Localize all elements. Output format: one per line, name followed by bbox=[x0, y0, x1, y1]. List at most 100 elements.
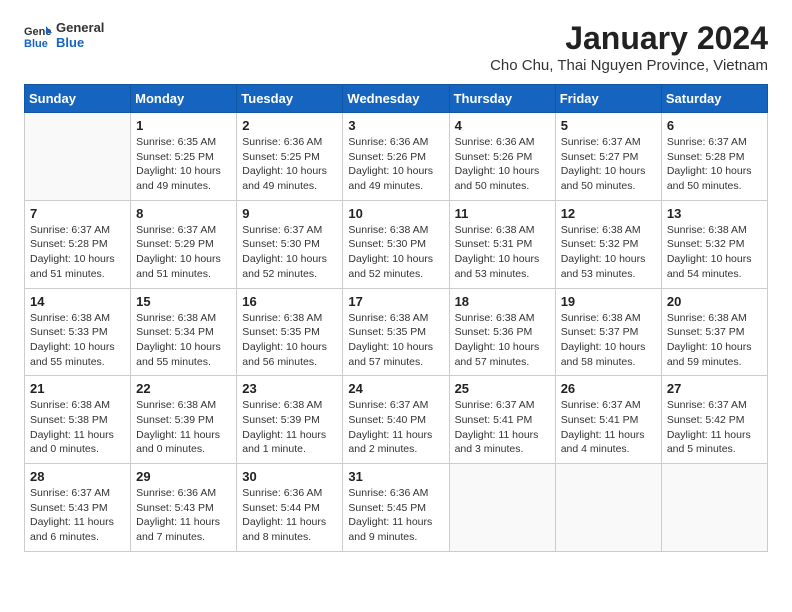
day-info: Sunrise: 6:36 AMSunset: 5:25 PMDaylight:… bbox=[242, 135, 337, 194]
day-number: 1 bbox=[136, 118, 231, 133]
weekday-header-row: SundayMondayTuesdayWednesdayThursdayFrid… bbox=[25, 85, 768, 113]
day-info: Sunrise: 6:37 AMSunset: 5:30 PMDaylight:… bbox=[242, 223, 337, 282]
day-info: Sunrise: 6:38 AMSunset: 5:37 PMDaylight:… bbox=[667, 311, 762, 370]
day-number: 2 bbox=[242, 118, 337, 133]
weekday-header-cell: Monday bbox=[131, 85, 237, 113]
day-number: 24 bbox=[348, 381, 443, 396]
calendar-body: 1 Sunrise: 6:35 AMSunset: 5:25 PMDaylight… bbox=[25, 113, 768, 552]
day-info: Sunrise: 6:38 AMSunset: 5:39 PMDaylight:… bbox=[136, 398, 231, 457]
day-info: Sunrise: 6:37 AMSunset: 5:41 PMDaylight:… bbox=[561, 398, 656, 457]
day-info: Sunrise: 6:36 AMSunset: 5:26 PMDaylight:… bbox=[455, 135, 550, 194]
day-number: 14 bbox=[30, 294, 125, 309]
day-info: Sunrise: 6:38 AMSunset: 5:32 PMDaylight:… bbox=[667, 223, 762, 282]
calendar-day-cell: 29Sunrise: 6:36 AMSunset: 5:43 PMDayligh… bbox=[131, 464, 237, 552]
day-number: 8 bbox=[136, 206, 231, 221]
calendar-week-row: 14 Sunrise: 6:38 AMSunset: 5:33 PMDayligh… bbox=[25, 288, 768, 376]
day-number: 3 bbox=[348, 118, 443, 133]
calendar-day-cell: 3 Sunrise: 6:36 AMSunset: 5:26 PMDaylight… bbox=[343, 113, 449, 201]
calendar-day-cell: 8 Sunrise: 6:37 AMSunset: 5:29 PMDaylight… bbox=[131, 200, 237, 288]
calendar-day-cell: 23Sunrise: 6:38 AMSunset: 5:39 PMDayligh… bbox=[237, 376, 343, 464]
calendar-week-row: 7 Sunrise: 6:37 AMSunset: 5:28 PMDaylight… bbox=[25, 200, 768, 288]
logo-blue-text: Blue bbox=[56, 35, 104, 50]
calendar-day-cell: 1 Sunrise: 6:35 AMSunset: 5:25 PMDaylight… bbox=[131, 113, 237, 201]
calendar-day-cell: 12 Sunrise: 6:38 AMSunset: 5:32 PMDayligh… bbox=[555, 200, 661, 288]
day-number: 25 bbox=[455, 381, 550, 396]
day-info: Sunrise: 6:38 AMSunset: 5:38 PMDaylight:… bbox=[30, 398, 125, 457]
calendar-day-cell: 25 Sunrise: 6:37 AMSunset: 5:41 PMDayligh… bbox=[449, 376, 555, 464]
day-info: Sunrise: 6:37 AMSunset: 5:28 PMDaylight:… bbox=[30, 223, 125, 282]
day-number: 16 bbox=[242, 294, 337, 309]
day-number: 30 bbox=[242, 469, 337, 484]
calendar-day-cell: 20 Sunrise: 6:38 AMSunset: 5:37 PMDayligh… bbox=[661, 288, 767, 376]
day-info: Sunrise: 6:38 AMSunset: 5:31 PMDaylight:… bbox=[455, 223, 550, 282]
calendar-day-cell: 10Sunrise: 6:38 AMSunset: 5:30 PMDayligh… bbox=[343, 200, 449, 288]
calendar-day-cell: 27Sunrise: 6:37 AMSunset: 5:42 PMDayligh… bbox=[661, 376, 767, 464]
calendar-day-cell: 21 Sunrise: 6:38 AMSunset: 5:38 PMDayligh… bbox=[25, 376, 131, 464]
day-info: Sunrise: 6:38 AMSunset: 5:33 PMDaylight:… bbox=[30, 311, 125, 370]
svg-text:Blue: Blue bbox=[24, 38, 48, 49]
calendar-week-row: 28 Sunrise: 6:37 AMSunset: 5:43 PMDayligh… bbox=[25, 464, 768, 552]
calendar-day-cell: 15Sunrise: 6:38 AMSunset: 5:34 PMDayligh… bbox=[131, 288, 237, 376]
calendar-day-cell: 24 Sunrise: 6:37 AMSunset: 5:40 PMDayligh… bbox=[343, 376, 449, 464]
day-number: 7 bbox=[30, 206, 125, 221]
day-number: 22 bbox=[136, 381, 231, 396]
title-area: January 2024 Cho Chu, Thai Nguyen Provin… bbox=[490, 20, 768, 74]
calendar-day-cell: 2 Sunrise: 6:36 AMSunset: 5:25 PMDaylight… bbox=[237, 113, 343, 201]
calendar-week-row: 1 Sunrise: 6:35 AMSunset: 5:25 PMDaylight… bbox=[25, 113, 768, 201]
day-number: 12 bbox=[561, 206, 656, 221]
day-info: Sunrise: 6:37 AMSunset: 5:27 PMDaylight:… bbox=[561, 135, 656, 194]
day-info: Sunrise: 6:36 AMSunset: 5:26 PMDaylight:… bbox=[348, 135, 443, 194]
day-number: 19 bbox=[561, 294, 656, 309]
calendar-day-cell: 18Sunrise: 6:38 AMSunset: 5:36 PMDayligh… bbox=[449, 288, 555, 376]
day-info: Sunrise: 6:37 AMSunset: 5:42 PMDaylight:… bbox=[667, 398, 762, 457]
month-year-title: January 2024 bbox=[490, 20, 768, 57]
day-info: Sunrise: 6:38 AMSunset: 5:34 PMDaylight:… bbox=[136, 311, 231, 370]
day-number: 10 bbox=[348, 206, 443, 221]
day-number: 26 bbox=[561, 381, 656, 396]
calendar-day-cell bbox=[661, 464, 767, 552]
day-number: 17 bbox=[348, 294, 443, 309]
day-info: Sunrise: 6:38 AMSunset: 5:35 PMDaylight:… bbox=[242, 311, 337, 370]
weekday-header-cell: Saturday bbox=[661, 85, 767, 113]
day-number: 29 bbox=[136, 469, 231, 484]
day-number: 11 bbox=[455, 206, 550, 221]
calendar-day-cell: 22 Sunrise: 6:38 AMSunset: 5:39 PMDayligh… bbox=[131, 376, 237, 464]
calendar-day-cell: 14 Sunrise: 6:38 AMSunset: 5:33 PMDayligh… bbox=[25, 288, 131, 376]
logo-icon: General Blue bbox=[24, 21, 52, 49]
day-info: Sunrise: 6:36 AMSunset: 5:45 PMDaylight:… bbox=[348, 486, 443, 545]
location-subtitle: Cho Chu, Thai Nguyen Province, Vietnam bbox=[490, 57, 768, 74]
calendar-week-row: 21 Sunrise: 6:38 AMSunset: 5:38 PMDayligh… bbox=[25, 376, 768, 464]
day-number: 21 bbox=[30, 381, 125, 396]
calendar-day-cell: 6Sunrise: 6:37 AMSunset: 5:28 PMDaylight… bbox=[661, 113, 767, 201]
calendar-day-cell: 7 Sunrise: 6:37 AMSunset: 5:28 PMDaylight… bbox=[25, 200, 131, 288]
day-number: 4 bbox=[455, 118, 550, 133]
calendar-day-cell: 26 Sunrise: 6:37 AMSunset: 5:41 PMDayligh… bbox=[555, 376, 661, 464]
day-info: Sunrise: 6:37 AMSunset: 5:29 PMDaylight:… bbox=[136, 223, 231, 282]
day-number: 28 bbox=[30, 469, 125, 484]
calendar-day-cell: 16 Sunrise: 6:38 AMSunset: 5:35 PMDayligh… bbox=[237, 288, 343, 376]
calendar-day-cell: 17Sunrise: 6:38 AMSunset: 5:35 PMDayligh… bbox=[343, 288, 449, 376]
calendar-day-cell bbox=[25, 113, 131, 201]
calendar-day-cell: 4 Sunrise: 6:36 AMSunset: 5:26 PMDaylight… bbox=[449, 113, 555, 201]
logo-general-text: General bbox=[56, 20, 104, 35]
calendar-table: SundayMondayTuesdayWednesdayThursdayFrid… bbox=[24, 84, 768, 552]
day-number: 18 bbox=[455, 294, 550, 309]
weekday-header-cell: Thursday bbox=[449, 85, 555, 113]
calendar-day-cell: 30Sunrise: 6:36 AMSunset: 5:44 PMDayligh… bbox=[237, 464, 343, 552]
day-info: Sunrise: 6:37 AMSunset: 5:43 PMDaylight:… bbox=[30, 486, 125, 545]
day-number: 13 bbox=[667, 206, 762, 221]
day-number: 20 bbox=[667, 294, 762, 309]
day-info: Sunrise: 6:38 AMSunset: 5:32 PMDaylight:… bbox=[561, 223, 656, 282]
day-info: Sunrise: 6:35 AMSunset: 5:25 PMDaylight:… bbox=[136, 135, 231, 194]
day-info: Sunrise: 6:38 AMSunset: 5:37 PMDaylight:… bbox=[561, 311, 656, 370]
day-number: 9 bbox=[242, 206, 337, 221]
weekday-header-cell: Sunday bbox=[25, 85, 131, 113]
day-info: Sunrise: 6:37 AMSunset: 5:41 PMDaylight:… bbox=[455, 398, 550, 457]
calendar-day-cell: 13 Sunrise: 6:38 AMSunset: 5:32 PMDayligh… bbox=[661, 200, 767, 288]
day-info: Sunrise: 6:37 AMSunset: 5:40 PMDaylight:… bbox=[348, 398, 443, 457]
day-number: 23 bbox=[242, 381, 337, 396]
calendar-day-cell: 28 Sunrise: 6:37 AMSunset: 5:43 PMDayligh… bbox=[25, 464, 131, 552]
calendar-day-cell: 31Sunrise: 6:36 AMSunset: 5:45 PMDayligh… bbox=[343, 464, 449, 552]
calendar-day-cell: 5Sunrise: 6:37 AMSunset: 5:27 PMDaylight… bbox=[555, 113, 661, 201]
weekday-header-cell: Wednesday bbox=[343, 85, 449, 113]
